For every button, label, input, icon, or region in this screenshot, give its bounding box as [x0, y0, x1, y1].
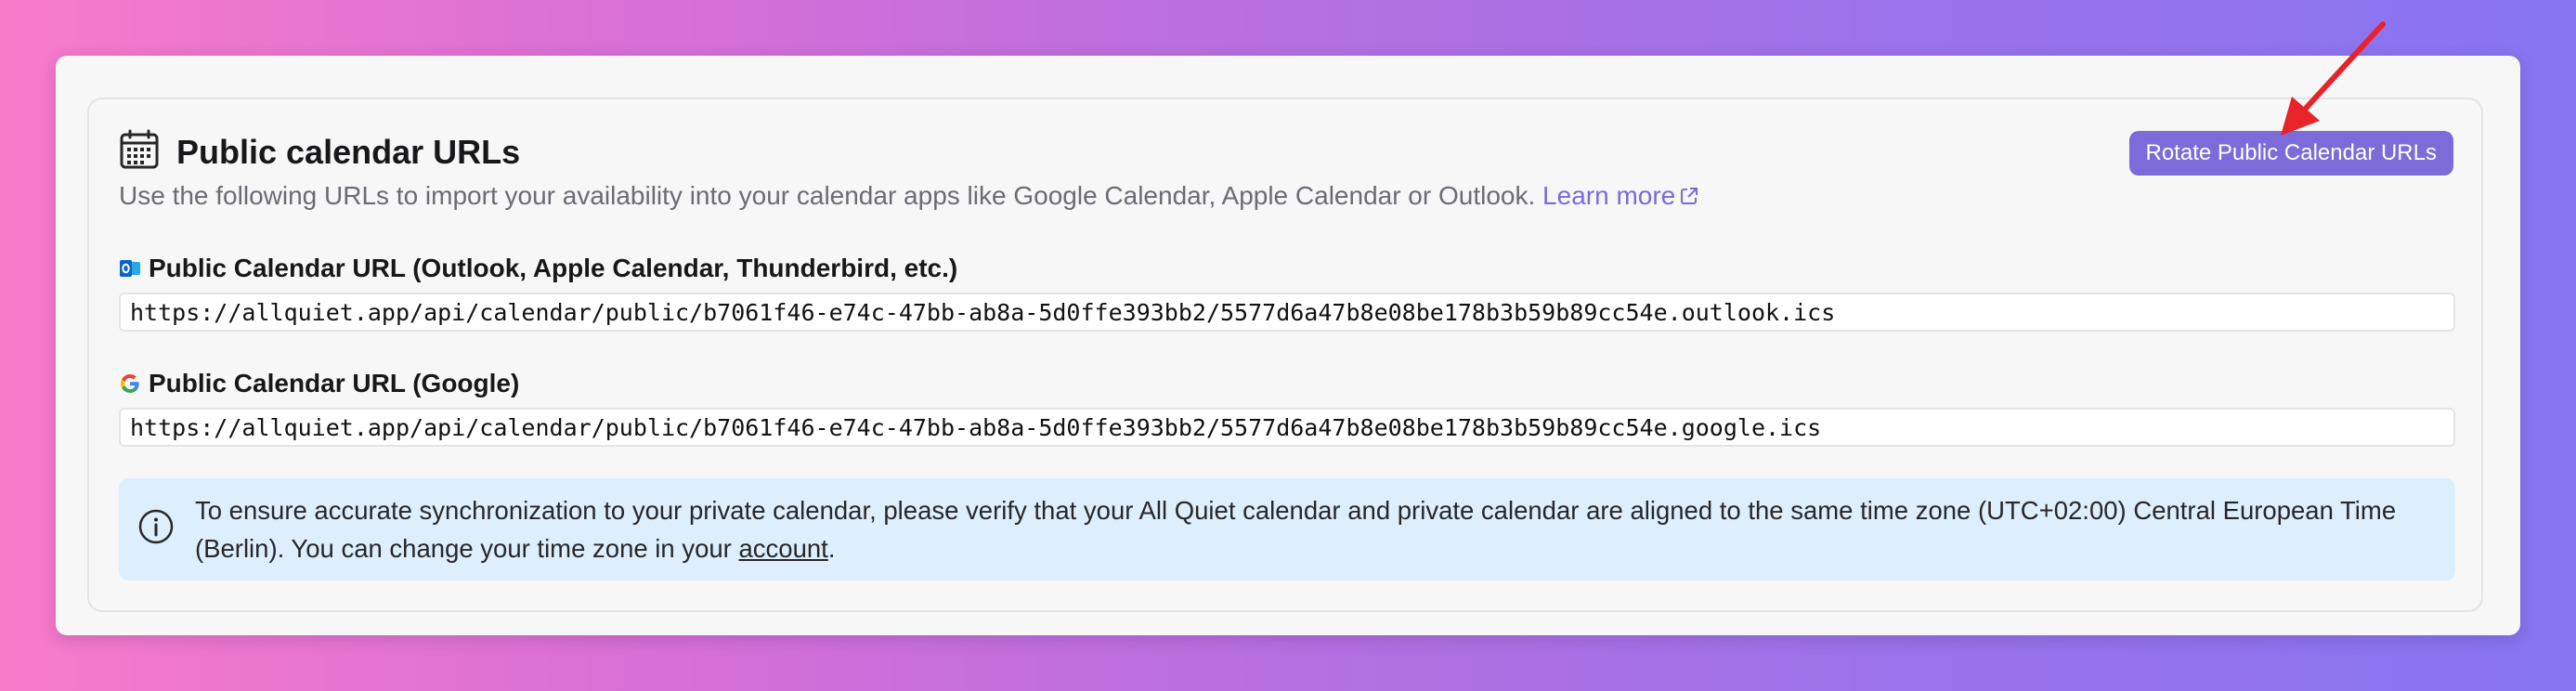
google-url-label: Public Calendar URL (Google)	[119, 369, 519, 398]
public-calendar-section: Public calendar URLs Use the following U…	[87, 98, 2483, 612]
timezone-info-message: To ensure accurate synchronization to yo…	[195, 496, 2397, 563]
section-header: Public calendar URLs	[119, 129, 520, 175]
section-description: Use the following URLs to import your av…	[119, 181, 1699, 211]
google-url-field[interactable]: https://allquiet.app/api/calendar/public…	[119, 408, 2455, 447]
external-link-icon	[1681, 188, 1698, 204]
timezone-info-alert: To ensure accurate synchronization to yo…	[119, 478, 2455, 580]
timezone-info-end: .	[827, 534, 836, 563]
outlook-icon	[120, 260, 140, 277]
outlook-url-label: Public Calendar URL (Outlook, Apple Cale…	[119, 254, 957, 283]
learn-more-label: Learn more	[1542, 181, 1676, 210]
outlook-url-label-text: Public Calendar URL (Outlook, Apple Cale…	[149, 254, 958, 282]
page-title: Public calendar URLs	[176, 132, 521, 171]
settings-card: Public calendar URLs Use the following U…	[56, 56, 2520, 635]
timezone-info-text: To ensure accurate synchronization to yo…	[195, 491, 2433, 567]
calendar-icon	[119, 129, 160, 175]
outlook-url-field[interactable]: https://allquiet.app/api/calendar/public…	[119, 293, 2455, 332]
google-icon	[120, 374, 139, 394]
description-text: Use the following URLs to import your av…	[119, 181, 1536, 210]
learn-more-link[interactable]: Learn more	[1542, 181, 1699, 211]
info-icon	[138, 509, 174, 544]
red-arrow-icon	[2281, 21, 2386, 136]
google-url-label-text: Public Calendar URL (Google)	[149, 369, 520, 398]
account-link[interactable]: account	[738, 534, 827, 563]
